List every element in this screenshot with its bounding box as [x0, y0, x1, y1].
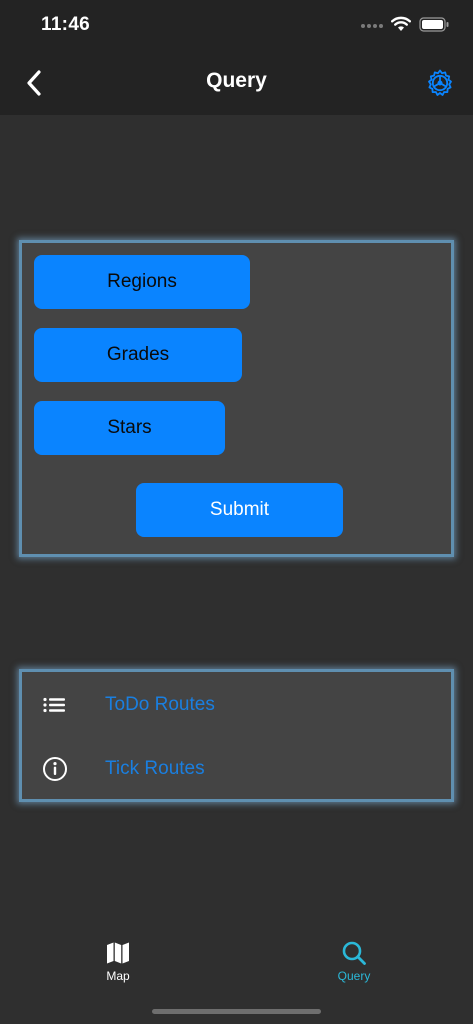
- regions-button[interactable]: Regions: [34, 255, 250, 309]
- battery-icon: [419, 16, 449, 37]
- home-indicator[interactable]: [152, 1009, 321, 1014]
- cellular-signal-icon: [361, 18, 383, 36]
- search-icon: [342, 941, 366, 965]
- tab-query-label: Query: [337, 969, 371, 983]
- status-bar: 11:46: [0, 0, 473, 52]
- stars-button[interactable]: Stars: [34, 401, 225, 455]
- todo-routes-label: ToDo Routes: [105, 694, 215, 715]
- info-icon: [42, 756, 68, 782]
- query-form-card: Regions Grades Stars Submit: [19, 240, 454, 557]
- tab-map-label: Map: [106, 969, 130, 983]
- status-icons: [361, 16, 449, 37]
- map-icon: [107, 942, 129, 964]
- routes-card: ToDo Routes Tick Routes: [19, 669, 454, 802]
- wifi-icon: [391, 16, 411, 37]
- todo-routes-row[interactable]: ToDo Routes: [22, 675, 451, 735]
- grades-button[interactable]: Grades: [34, 328, 242, 382]
- tick-routes-row[interactable]: Tick Routes: [22, 739, 451, 799]
- query-screen: 11:46 Query Regions Grades Stars Submit …: [0, 0, 473, 1024]
- page-title: Query: [206, 69, 267, 92]
- tick-routes-label: Tick Routes: [105, 758, 205, 779]
- settings-button[interactable]: [425, 68, 455, 98]
- submit-button[interactable]: Submit: [136, 483, 343, 537]
- tab-query[interactable]: Query: [304, 940, 404, 983]
- tab-map[interactable]: Map: [68, 940, 168, 983]
- gear-icon: [428, 69, 452, 96]
- status-time: 11:46: [41, 14, 91, 35]
- navigation-bar: Query: [0, 52, 473, 115]
- list-icon: [42, 692, 68, 718]
